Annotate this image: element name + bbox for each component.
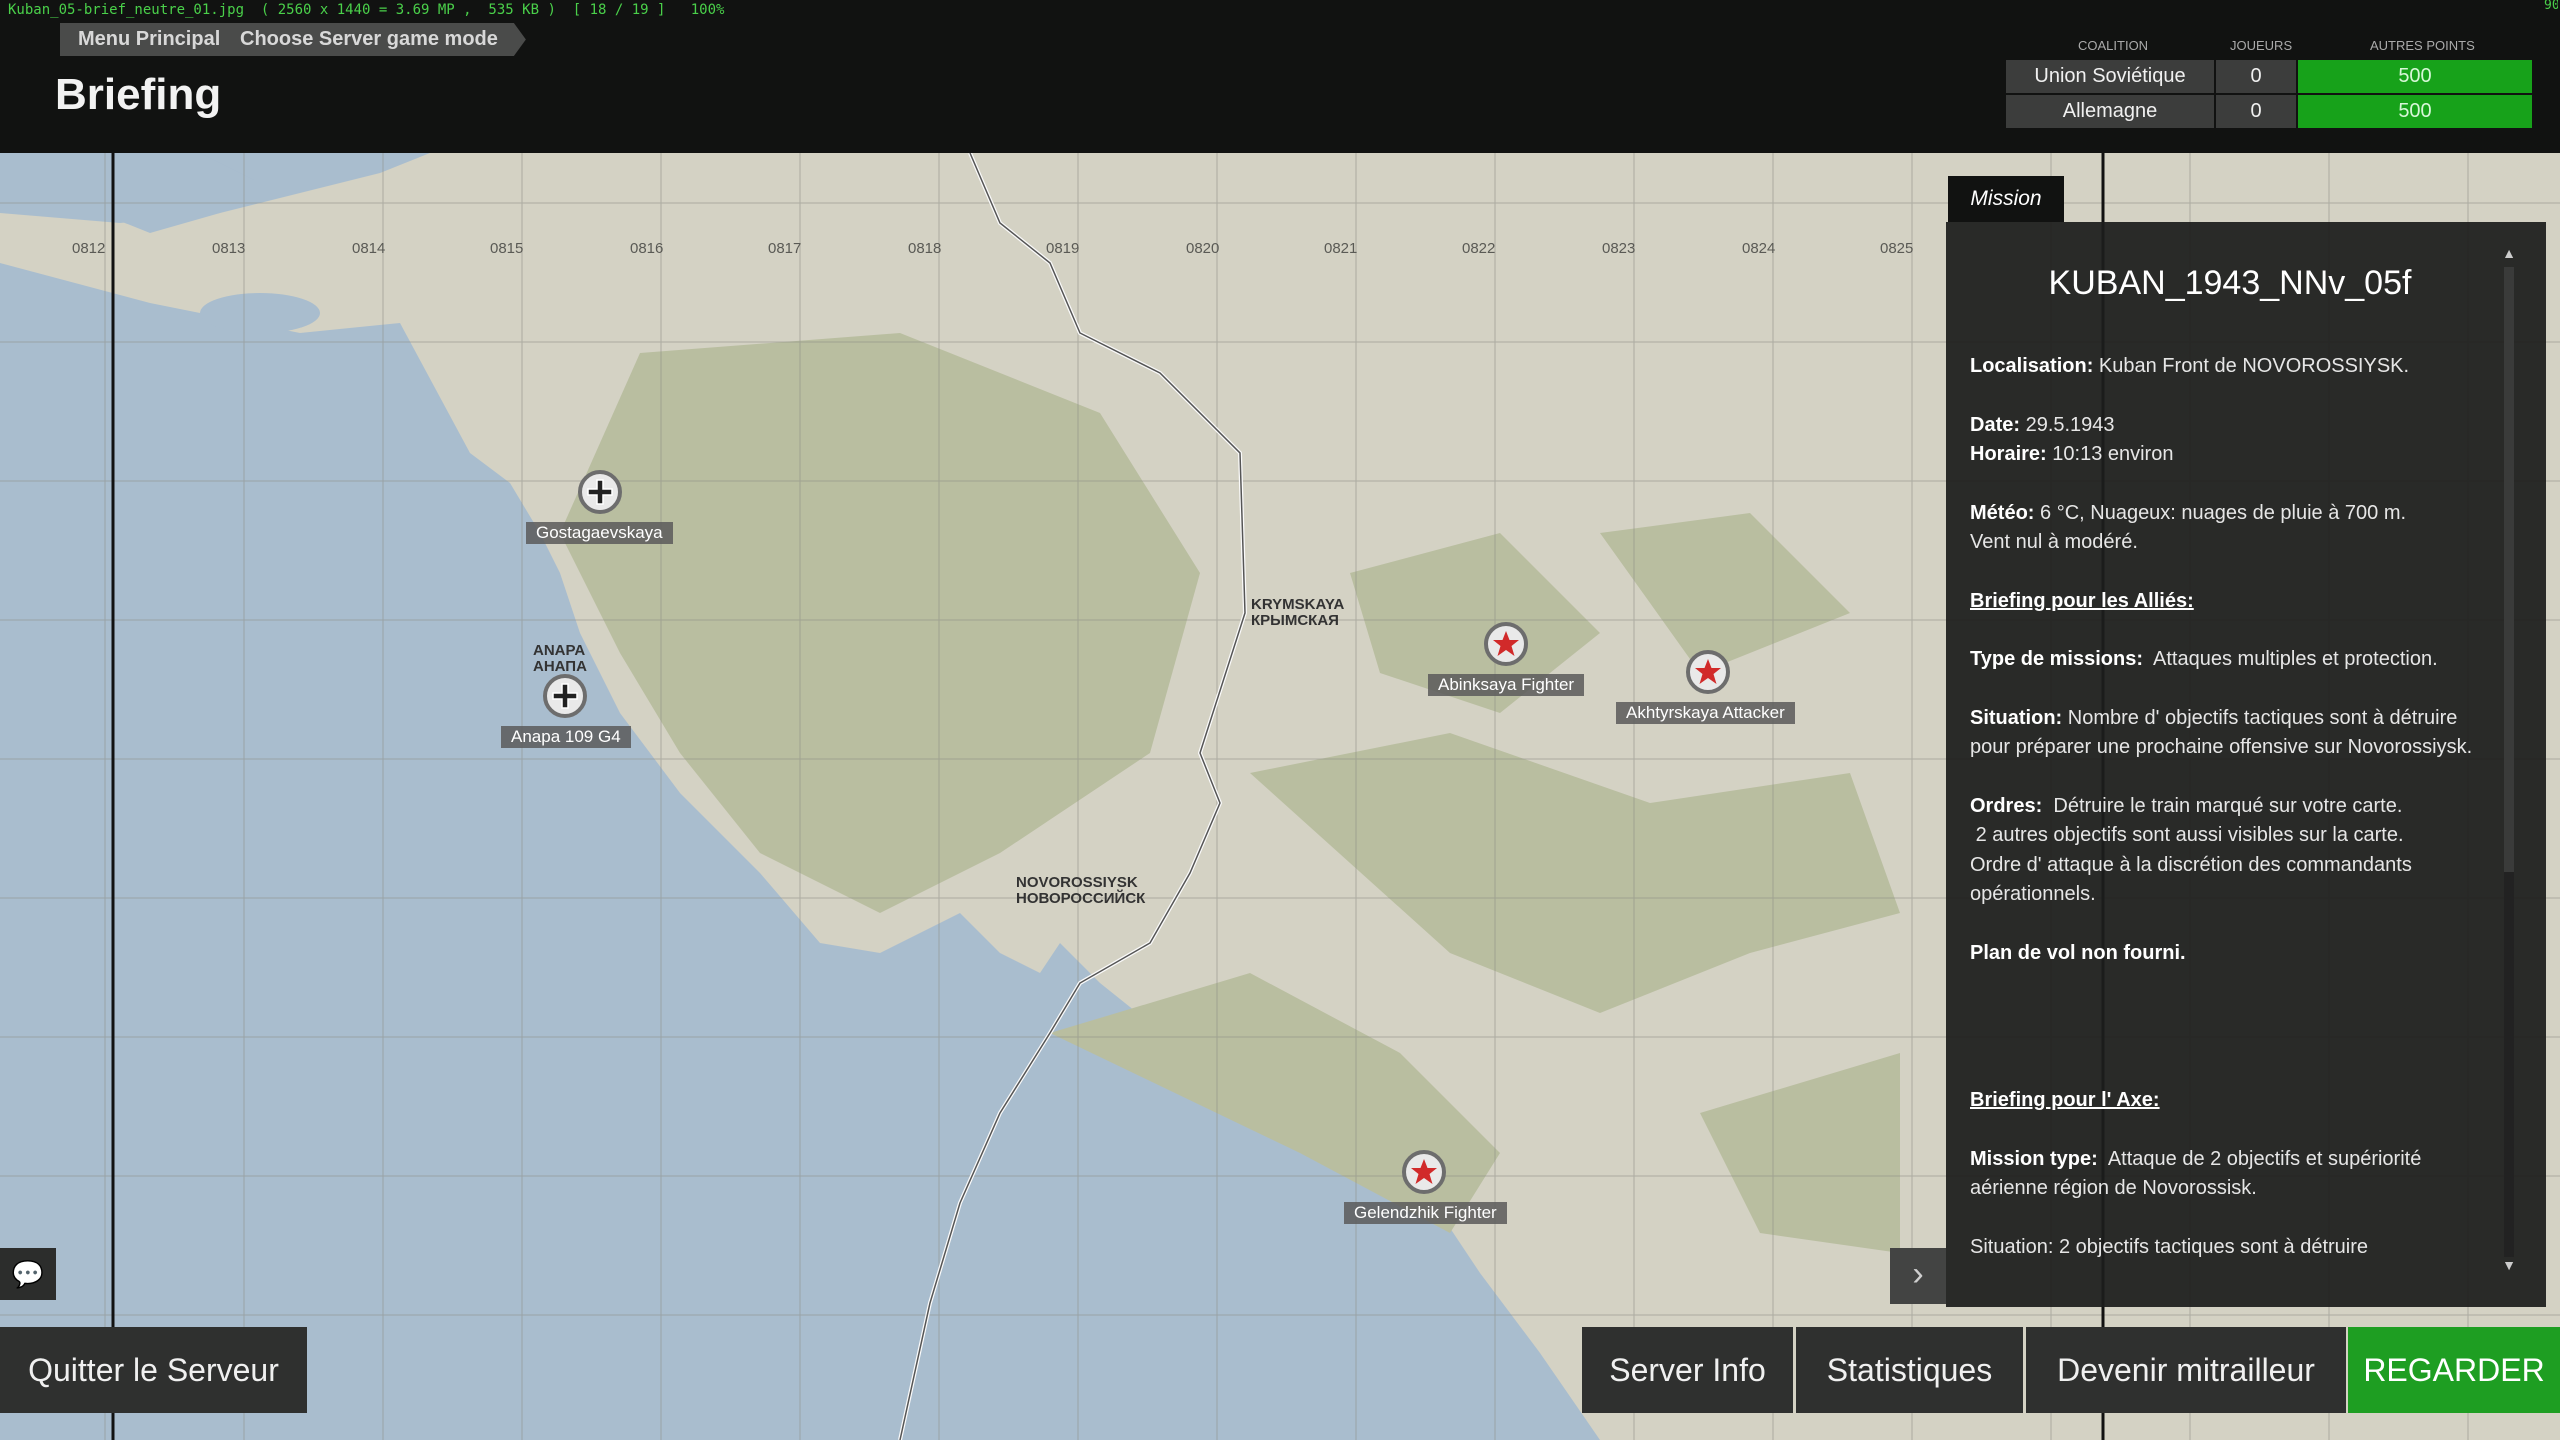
svg-text:0816: 0816 (630, 240, 663, 257)
coalition-name: Allemagne (2006, 95, 2214, 128)
mission-scrollbar[interactable]: ▲ ▼ (2500, 245, 2520, 1280)
city-novorossiysk-cyr: НОВОРОССИЙСК (1016, 889, 1146, 907)
marker-label: Anapa 109 G4 (501, 726, 631, 748)
location-line: Localisation: Kuban Front de NOVOROSSIYS… (1970, 355, 2410, 377)
mission-type-line: Type de missions: Attaques multiples et … (1970, 648, 2438, 670)
marker-label: Gelendzhik Fighter (1344, 1202, 1507, 1224)
orders-block: Ordres: Détruire le train marqué sur vot… (1970, 794, 2412, 906)
red-star-icon (1484, 622, 1528, 666)
svg-text:0820: 0820 (1186, 240, 1219, 257)
city-anapa-cyr: АНАПА (533, 658, 587, 675)
svg-text:0823: 0823 (1602, 240, 1635, 257)
svg-text:0825: 0825 (1880, 240, 1913, 257)
coalition-name: Union Soviétique (2006, 60, 2214, 93)
chevron-right-icon[interactable]: › (1890, 1248, 1946, 1304)
date-time-block: Date: 29.5.1943 Horaire: 10:13 environ (1970, 413, 2174, 466)
svg-text:0822: 0822 (1462, 240, 1495, 257)
german-cross-icon (543, 674, 587, 718)
svg-text:0814: 0814 (352, 240, 385, 257)
scroll-down-icon[interactable]: ▼ (2500, 1257, 2518, 1277)
viewer-corner: 90 (2544, 0, 2558, 11)
svg-text:0817: 0817 (768, 240, 801, 257)
svg-text:0815: 0815 (490, 240, 523, 257)
header-points: AUTRES POINTS (2370, 38, 2475, 53)
chat-icon[interactable]: 💬 (0, 1248, 56, 1300)
scoreboard: Union Soviétique 0 500 Allemagne 0 500 (2006, 60, 2532, 130)
breadcrumb-game-mode[interactable]: Choose Server game mode (222, 23, 526, 56)
svg-text:0819: 0819 (1046, 240, 1079, 257)
svg-text:0813: 0813 (212, 240, 245, 257)
mission-panel: KUBAN_1943_NNv_05f Localisation: Kuban F… (1946, 222, 2546, 1307)
situation-block: Situation: Nombre d' objectifs tactiques… (1970, 706, 2473, 759)
quit-server-button[interactable]: Quitter le Serveur (0, 1327, 307, 1413)
statistics-button[interactable]: Statistiques (1796, 1327, 2023, 1413)
player-count: 0 (2216, 95, 2296, 128)
points-value: 500 (2298, 60, 2532, 93)
marker-label: Akhtyrskaya Attacker (1616, 702, 1795, 724)
city-krymskaya-cyr: КРЫМСКАЯ (1251, 612, 1339, 629)
city-anapa: ANAPA (533, 642, 585, 659)
weather-block: Météo: 6 °C, Nuageux: nuages de pluie à … (1970, 501, 2407, 554)
mission-briefing-text[interactable]: Localisation: Kuban Front de NOVOROSSIYS… (1970, 352, 2490, 1272)
scoreboard-row: Allemagne 0 500 (2006, 95, 2532, 128)
svg-text:0818: 0818 (908, 240, 941, 257)
svg-text:0824: 0824 (1742, 240, 1775, 257)
scroll-thumb[interactable] (2504, 267, 2514, 872)
tab-mission[interactable]: Mission (1948, 176, 2064, 222)
city-krymskaya: KRYMSKAYA (1251, 596, 1345, 613)
breadcrumb-menu-principal[interactable]: Menu Principal (60, 23, 250, 56)
svg-text:0821: 0821 (1324, 240, 1357, 257)
scroll-up-icon[interactable]: ▲ (2500, 245, 2518, 265)
player-count: 0 (2216, 60, 2296, 93)
become-gunner-button[interactable]: Devenir mitrailleur (2026, 1327, 2346, 1413)
flight-plan-line: Plan de vol non fourni. (1970, 941, 2186, 964)
svg-text:0812: 0812 (72, 240, 105, 257)
axis-type-line: Mission type: Attaque de 2 objectifs et … (1970, 1147, 2422, 1200)
allies-heading: Briefing pour les Alliés: (1970, 589, 2194, 612)
header-coalition: COALITION (2078, 38, 2149, 53)
city-novorossiysk: NOVOROSSIYSK (1016, 874, 1138, 891)
viewer-status: Kuban_05-brief_neutre_01.jpg ( 2560 x 14… (8, 2, 725, 18)
page-title: Briefing (55, 70, 222, 119)
red-star-icon (1402, 1150, 1446, 1194)
marker-label: Abinksaya Fighter (1428, 674, 1585, 696)
mission-title: KUBAN_1943_NNv_05f (2048, 264, 2412, 302)
scoreboard-row: Union Soviétique 0 500 (2006, 60, 2532, 93)
map-lagoon-2 (200, 293, 320, 333)
red-star-icon (1686, 650, 1730, 694)
axis-heading: Briefing pour l' Axe: (1970, 1089, 2160, 1111)
watch-button[interactable]: REGARDER (2348, 1327, 2560, 1413)
points-value: 500 (2298, 95, 2532, 128)
header-players: JOUEURS (2230, 38, 2293, 53)
server-info-button[interactable]: Server Info (1582, 1327, 1793, 1413)
german-cross-icon (578, 470, 622, 514)
marker-label: Gostagaevskaya (526, 522, 673, 544)
axis-situation-line: Situation: 2 objectifs tactiques sont à … (1970, 1235, 2369, 1258)
